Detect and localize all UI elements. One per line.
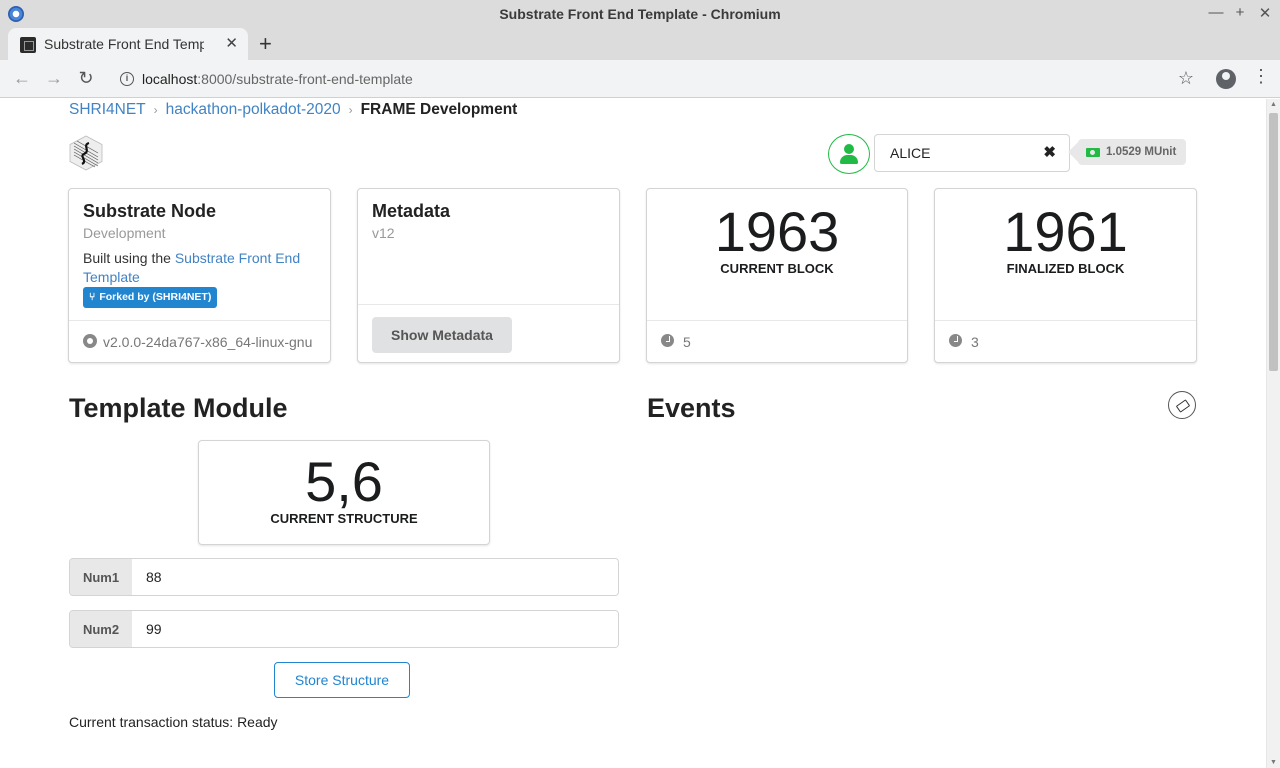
forked-by-badge[interactable]: ⑂ Forked by (SHRI4NET) [83,287,218,308]
bookmark-star-icon[interactable]: ☆ [1178,68,1194,89]
browser-menu-icon[interactable]: ⋮ [1252,66,1270,87]
forward-icon[interactable]: → [44,68,64,89]
node-version: v2.0.0-24da767-x86_64-linux-gnu [103,334,313,350]
num2-input[interactable] [132,611,618,647]
node-info-card: Substrate Node Development Built using t… [68,188,331,363]
current-block-card: 1963 Current Block 5 [646,188,908,363]
current-structure-statistic: 5,6 Current Structure [199,450,489,527]
metadata-card: Metadata v12 Show Metadata [357,188,620,363]
maximize-icon[interactable]: + [1231,4,1249,21]
profile-icon[interactable] [1216,69,1236,89]
finalized-block-card: 1961 Finalized Block 3 [934,188,1197,363]
clock-icon [661,334,674,347]
eraser-icon[interactable] [1168,391,1196,419]
transaction-status: Current transaction status: Ready [69,714,278,730]
metadata-title: Metadata [372,201,451,221]
breadcrumb-link-hackathon[interactable]: hackathon-polkadot-2020 [166,101,341,118]
num2-field: Num2 [69,610,619,648]
store-structure-button[interactable]: Store Structure [274,662,410,698]
scroll-down-icon[interactable]: ▼ [1270,759,1277,766]
substrate-logo[interactable] [69,135,103,171]
tab-strip: Substrate Front End Template ✕ + [0,28,1280,60]
browser-tab[interactable]: Substrate Front End Template ✕ [8,28,248,60]
close-tab-icon[interactable]: ✕ [225,34,238,52]
metadata-version: v12 [372,225,395,241]
finalized-block-statistic: 1961 Finalized Block [935,200,1196,277]
tab-title: Substrate Front End Template [44,36,204,52]
current-block-value: 1963 [714,200,840,263]
minimize-icon[interactable]: — [1207,4,1225,21]
address-bar[interactable]: i localhost:8000/substrate-front-end-tem… [108,65,1208,93]
page-viewport: SHRI4NET › hackathon-polkadot-2020 › FRAME D… [0,99,1266,768]
back-icon[interactable]: ← [12,68,32,89]
url-text: localhost:8000/substrate-front-end-templ… [142,71,413,87]
page-scrollbar[interactable]: ▲ ▼ [1266,99,1280,768]
current-block-timer: 5 [683,334,691,350]
template-module-heading: Template Module [69,393,288,423]
account-selected-value: ALICE [890,145,931,161]
current-block-label: Current Block [720,261,834,276]
scrollbar-thumb[interactable] [1269,113,1278,371]
node-title: Substrate Node [83,201,217,221]
breadcrumb-link-shri4net[interactable]: SHRI4NET [69,101,146,118]
balance-value: 1.0529 MUnit [1106,146,1177,158]
breadcrumb-current: FRAME Development [360,101,518,118]
finalized-block-value: 1961 [1003,200,1128,263]
window-title: Substrate Front End Template - Chromium [499,6,781,22]
setting-icon [83,334,97,348]
current-block-footer: 5 [647,320,907,362]
node-description: Built using the Substrate Front End Temp… [83,250,301,285]
window-titlebar: Substrate Front End Template - Chromium … [0,0,1280,28]
current-block-statistic: 1963 Current Block [647,200,907,277]
num1-label: Num1 [70,559,132,595]
node-chain: Development [83,225,166,241]
chevron-right-icon: › [348,103,353,117]
balance-label: 1.0529 MUnit [1078,139,1187,165]
current-structure-value: 5,6 [305,450,383,513]
code-branch-icon: ⑂ [89,291,96,303]
current-structure-card: 5,6 Current Structure [198,440,490,545]
show-metadata-button[interactable]: Show Metadata [372,317,512,353]
finalized-block-timer: 3 [971,334,979,350]
num1-input[interactable] [132,559,618,595]
node-version-footer: v2.0.0-24da767-x86_64-linux-gnu [69,320,330,362]
clear-selection-icon[interactable]: ✖ [1043,143,1056,161]
num1-field: Num1 [69,558,619,596]
account-user-icon[interactable] [828,134,870,174]
close-window-icon[interactable]: ✕ [1256,4,1274,22]
chevron-right-icon: › [153,103,158,117]
num2-label: Num2 [70,611,132,647]
account-dropdown[interactable]: ALICE ✖ [874,134,1070,172]
money-icon [1086,147,1100,157]
breadcrumb: SHRI4NET › hackathon-polkadot-2020 › FRAME D… [69,101,517,119]
events-heading: Events [647,393,736,423]
scroll-up-icon[interactable]: ▲ [1270,101,1277,108]
substrate-favicon-icon [20,37,36,53]
current-structure-label: Current Structure [270,511,418,526]
site-info-icon[interactable]: i [120,72,134,86]
finalized-block-footer: 3 [935,320,1196,362]
new-tab-icon[interactable]: + [259,31,272,57]
clock-icon [949,334,962,347]
browser-toolbar: ← → ↻ i localhost:8000/substrate-front-e… [0,60,1280,98]
reload-icon[interactable]: ↻ [76,68,96,89]
finalized-block-label: Finalized Block [1006,261,1125,276]
